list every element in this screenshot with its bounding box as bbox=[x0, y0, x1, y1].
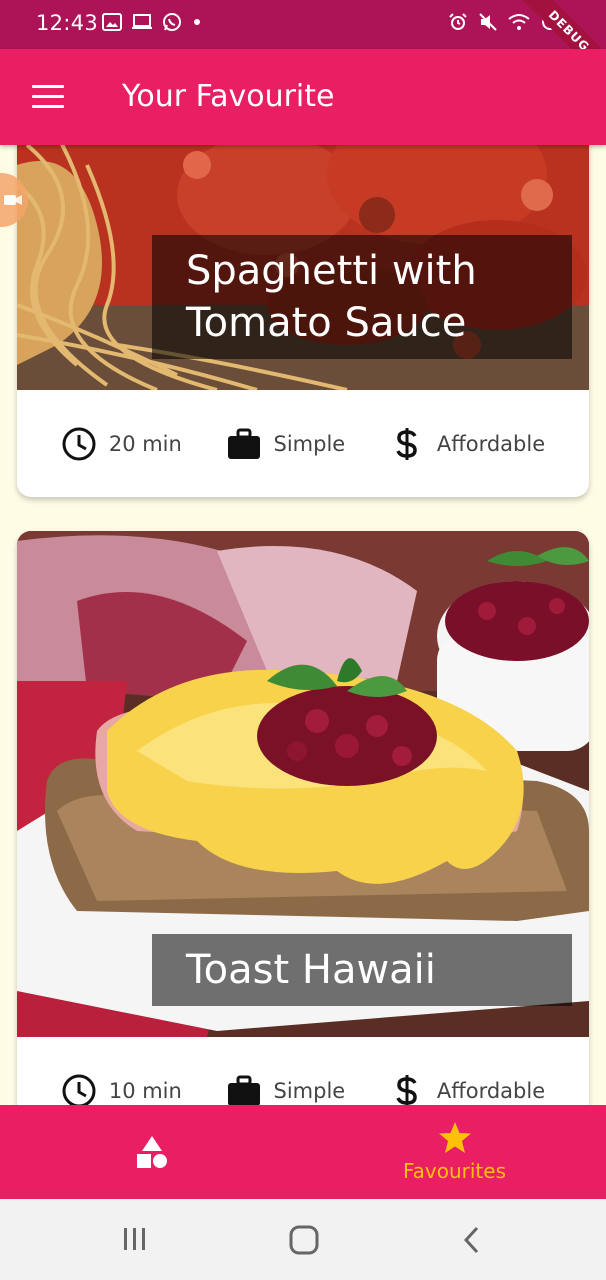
complexity-label: Simple bbox=[273, 1078, 346, 1103]
laptop-icon bbox=[132, 14, 152, 29]
category-shapes-icon bbox=[136, 1136, 167, 1168]
dollar-icon bbox=[389, 1073, 425, 1105]
meal-image: Spaghetti with Tomato Sauce bbox=[17, 145, 589, 390]
complexity-info: Simple bbox=[226, 1073, 346, 1105]
home-icon bbox=[289, 1225, 319, 1255]
tab-favourites-label: Favourites bbox=[402, 1159, 507, 1183]
meal-title: Toast Hawaii bbox=[186, 947, 436, 993]
recent-apps-icon bbox=[124, 1228, 145, 1250]
meal-title: Spaghetti with Tomato Sauce bbox=[186, 248, 477, 346]
system-navigation-bar bbox=[0, 1199, 606, 1280]
dot-icon bbox=[194, 19, 200, 25]
home-button[interactable] bbox=[288, 1225, 320, 1259]
hamburger-menu-icon[interactable] bbox=[32, 85, 64, 109]
complexity-label: Simple bbox=[273, 431, 346, 456]
duration-label: 20 min bbox=[108, 431, 182, 456]
meal-title-overlay: Toast Hawaii bbox=[152, 934, 572, 1006]
alarm-icon bbox=[449, 13, 467, 30]
back-button[interactable] bbox=[460, 1225, 484, 1259]
status-bar: 12:43 DEBUG bbox=[0, 0, 606, 92]
tab-favourites[interactable]: Favourites bbox=[303, 1105, 606, 1199]
meal-image: Toast Hawaii bbox=[17, 531, 589, 1037]
meal-info-row: 10 min Simple Affordable bbox=[17, 1037, 589, 1105]
meal-title-overlay: Spaghetti with Tomato Sauce bbox=[152, 235, 572, 359]
meal-card[interactable]: Toast Hawaii 10 min Simple Affordable bbox=[17, 531, 589, 1105]
favourites-list[interactable]: Spaghetti with Tomato Sauce 20 min Simpl… bbox=[0, 145, 606, 1105]
briefcase-icon bbox=[226, 426, 262, 462]
app-bar: Your Favourite bbox=[0, 49, 606, 145]
gallery-icon bbox=[102, 13, 122, 31]
whatsapp-icon bbox=[163, 13, 181, 31]
complexity-info: Simple bbox=[226, 426, 346, 462]
briefcase-icon bbox=[226, 1073, 262, 1105]
status-time: 12:43 bbox=[36, 11, 99, 35]
meal-card[interactable]: Spaghetti with Tomato Sauce 20 min Simpl… bbox=[17, 145, 589, 497]
affordability-info: Affordable bbox=[389, 1073, 546, 1105]
duration-info: 20 min bbox=[61, 426, 182, 462]
floating-bubble-icon[interactable] bbox=[0, 173, 28, 227]
wifi-icon bbox=[508, 14, 530, 30]
clock-icon bbox=[61, 426, 97, 462]
affordability-label: Affordable bbox=[436, 1078, 546, 1103]
meal-info-row: 20 min Simple Affordable bbox=[17, 390, 589, 497]
duration-label: 10 min bbox=[108, 1078, 182, 1103]
notification-icons bbox=[102, 12, 203, 32]
affordability-label: Affordable bbox=[436, 431, 546, 456]
tab-categories[interactable] bbox=[0, 1105, 303, 1199]
clock-icon bbox=[61, 1073, 97, 1105]
recent-apps-button[interactable] bbox=[120, 1225, 150, 1257]
affordability-info: Affordable bbox=[389, 426, 545, 462]
duration-info: 10 min bbox=[61, 1073, 182, 1105]
page-title: Your Favourite bbox=[122, 79, 335, 114]
dollar-icon bbox=[389, 426, 425, 462]
back-chevron-icon bbox=[463, 1226, 479, 1254]
star-icon bbox=[438, 1122, 471, 1153]
bottom-navigation: Favourites bbox=[0, 1105, 606, 1199]
mute-icon bbox=[479, 13, 497, 31]
